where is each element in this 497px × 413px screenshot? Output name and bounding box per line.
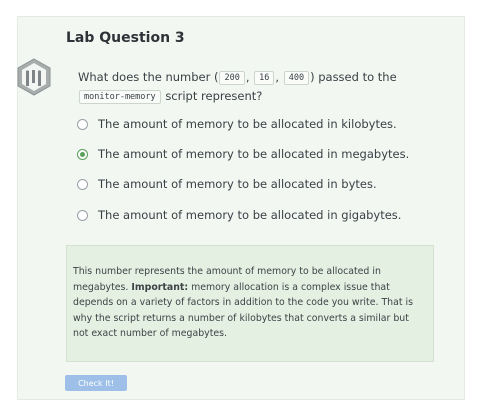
option-label: The amount of memory to be allocated in … <box>98 147 410 161</box>
question-prefix: What does the number ( <box>78 70 219 84</box>
question-title: Lab Question 3 <box>66 30 185 46</box>
question-suffix: script represent? <box>165 89 263 103</box>
option-label: The amount of memory to be allocated in … <box>98 177 377 191</box>
radio-unchecked-icon[interactable] <box>77 209 88 221</box>
check-it-button[interactable]: Check It! <box>65 375 127 391</box>
feedback-important: Important: <box>131 281 189 293</box>
option-label: The amount of memory to be allocated in … <box>98 117 397 131</box>
option-bytes[interactable]: The amount of memory to be allocated in … <box>77 177 377 191</box>
code-value-2: 16 <box>254 71 275 85</box>
question-card: Lab Question 3 What does the number (200… <box>17 16 465 400</box>
feedback-box: This number represents the amount of mem… <box>66 245 434 362</box>
option-gigabytes[interactable]: The amount of memory to be allocated in … <box>77 208 401 222</box>
question-text: What does the number (200, 16, 400) pass… <box>78 68 438 106</box>
option-kilobytes[interactable]: The amount of memory to be allocated in … <box>77 117 397 131</box>
question-sep: , <box>245 70 250 84</box>
code-value-1: 200 <box>219 71 245 85</box>
option-megabytes[interactable]: The amount of memory to be allocated in … <box>77 147 409 161</box>
radio-unchecked-icon[interactable] <box>77 118 88 130</box>
radio-checked-icon[interactable] <box>77 148 88 160</box>
lab-logo-icon <box>17 58 51 96</box>
script-name-code: monitor-memory <box>79 90 161 104</box>
code-value-3: 400 <box>283 71 310 85</box>
question-sep: , <box>275 70 280 84</box>
radio-unchecked-icon[interactable] <box>77 178 88 190</box>
question-mid: ) passed to the <box>310 70 397 84</box>
option-label: The amount of memory to be allocated in … <box>98 208 402 222</box>
